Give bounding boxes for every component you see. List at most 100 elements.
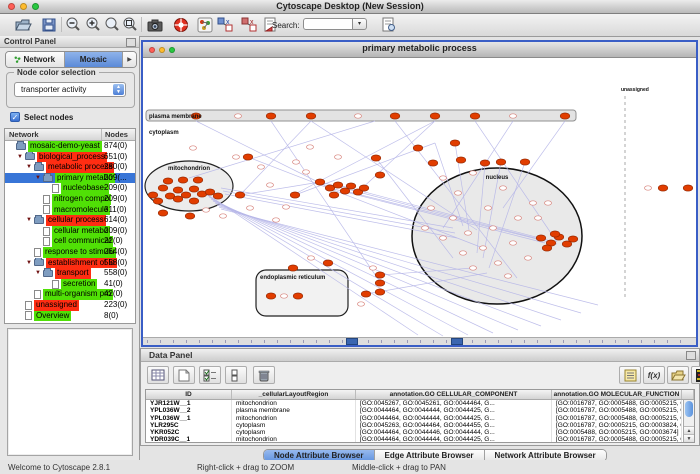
attribute-table-icon[interactable] [147, 366, 169, 384]
file-icon [25, 301, 32, 310]
tree-item[interactable]: ▼biological_process651(0) [5, 152, 135, 163]
zoom-selected-region-icon[interactable] [121, 16, 139, 34]
node-orange [658, 185, 668, 191]
minimap-mark [680, 340, 681, 343]
tree-item[interactable]: multi-organism pro42(0) [5, 289, 135, 300]
table-row[interactable]: YPL036W__2plasma membrane[GO:0044464, GO… [146, 407, 694, 414]
table-row[interactable]: YKR052Ccytoplasm[GO:0044464, GO:0044446,… [146, 429, 694, 436]
column-header[interactable]: ID [146, 390, 232, 399]
canvas-minimap-strip[interactable] [143, 337, 696, 345]
node-orange [375, 272, 385, 278]
node-small [470, 266, 477, 270]
expand-arrow-icon[interactable]: ▼ [17, 152, 25, 163]
column-divider[interactable] [101, 129, 102, 140]
scroll-down-icon[interactable]: ▼ [684, 434, 694, 442]
open-file-icon[interactable] [14, 16, 32, 34]
tree-item[interactable]: macromolecule311(0) [5, 205, 135, 216]
import-attributes-icon[interactable] [667, 366, 689, 384]
float-panel-icon[interactable] [686, 351, 696, 360]
network-tab-icon [14, 56, 21, 63]
tree-header-nodes: Nodes [105, 130, 128, 139]
tree-item[interactable]: mosaic-demo-yeast874(0) [5, 141, 135, 152]
column-header[interactable]: _cellularLayoutRegion [232, 390, 356, 399]
help-lifering-icon[interactable] [172, 16, 190, 34]
table-row[interactable]: YJR121W__1mitochondrion[GO:0045267, GO:0… [146, 400, 694, 407]
tree-item[interactable]: unassigned223(0) [5, 300, 135, 311]
scroll-up-icon[interactable]: ▲ [684, 426, 694, 434]
select-attributes-icon[interactable] [199, 366, 221, 384]
minimap-viewport-square[interactable] [451, 338, 463, 345]
delete-attribute-icon[interactable] [253, 366, 275, 384]
tree-header: Network Nodes [5, 129, 135, 141]
tree-item-count: 264(0) [104, 247, 127, 258]
node-small [545, 201, 552, 205]
birdseye-view-icon[interactable] [196, 16, 214, 34]
scrollbar-thumb[interactable] [685, 401, 693, 417]
table-row[interactable]: YDR039C__1mitochondrion[GO:0044464, GO:0… [146, 436, 694, 443]
search-dropdown-icon[interactable]: ▾ [353, 18, 367, 30]
table-scrollbar[interactable]: ▲ ▼ [683, 400, 694, 442]
tree-item[interactable]: ▼metabolic process280(0) [5, 162, 135, 173]
table-row[interactable]: YLR295Ccytoplasm[GO:0045263, GO:0044464,… [146, 422, 694, 429]
heatmap-matrix-icon[interactable] [691, 366, 700, 384]
expand-arrow-icon[interactable]: ▼ [35, 173, 43, 184]
new-attribute-icon[interactable] [173, 366, 195, 384]
tab-mosaic[interactable]: Mosaic [65, 52, 124, 67]
zoom-fit-icon[interactable] [103, 16, 121, 34]
zoom-in-icon[interactable] [84, 16, 102, 34]
tree-item[interactable]: ▼cellular process614(0) [5, 215, 135, 226]
minimap-mark [550, 340, 551, 343]
expand-arrow-icon[interactable]: ▼ [35, 268, 43, 279]
network-canvas[interactable]: plasma membranecytoplasmmitochondrionnuc… [143, 58, 696, 337]
node-orange [193, 177, 203, 183]
table-cell: YJR121W__1 [146, 400, 232, 407]
hide-selected-nodes-icon[interactable]: x [216, 16, 234, 34]
column-header[interactable]: annotation.GO CELLULAR_COMPONENT [356, 390, 552, 399]
node-color-combobox[interactable]: transporter activity ▲▼ [14, 82, 126, 97]
file-icon [34, 290, 41, 299]
node-orange [243, 154, 253, 160]
tree-item[interactable]: ▼primary metabo209(... [5, 173, 135, 184]
zoom-out-icon[interactable] [64, 16, 82, 34]
tree-item[interactable]: nitrogen compo209(0) [5, 194, 135, 205]
tree-item[interactable]: cell communicat22(0) [5, 236, 135, 247]
window-titlebar: Cytoscape Desktop (New Session) [0, 0, 700, 14]
tree-item[interactable]: nucleobase-209(0) [5, 183, 135, 194]
search-config-icon[interactable] [380, 16, 398, 34]
select-nodes-label: Select nodes [24, 113, 73, 122]
network-graph[interactable]: plasma membranecytoplasmmitochondrionnuc… [143, 58, 696, 337]
tree-item[interactable]: cellular metabo209(0) [5, 226, 135, 237]
save-session-icon[interactable] [40, 16, 58, 34]
network-view-titlebar[interactable]: primary metabolic process [143, 42, 696, 58]
birdseye-view-panel[interactable] [7, 328, 133, 456]
attribute-table-rows: YJR121W__1mitochondrion[GO:0045267, GO:0… [146, 400, 694, 443]
tree-item[interactable]: secretion41(0) [5, 279, 135, 290]
tab-network[interactable]: Network [6, 52, 65, 67]
expand-arrow-icon[interactable]: ▼ [26, 162, 34, 173]
minimap-viewport-square[interactable] [346, 338, 358, 345]
formula-builder-button[interactable]: f(x) [643, 366, 665, 384]
hide-selected-edges-icon[interactable]: x [240, 16, 258, 34]
expand-arrow-icon[interactable]: ▼ [26, 215, 34, 226]
tree-item[interactable]: response to stimulu264(0) [5, 247, 135, 258]
search-input[interactable] [303, 18, 353, 30]
table-row[interactable]: YPL036W__1mitochondrion[GO:0044464, GO:0… [146, 415, 694, 422]
snapshot-camera-icon[interactable] [146, 16, 164, 34]
tab-overflow-arrow-icon[interactable]: ▶ [123, 52, 136, 67]
float-panel-icon[interactable] [126, 38, 136, 47]
expand-arrow-icon[interactable]: ▼ [26, 258, 34, 269]
tree-item[interactable]: ▼establishment of lo558(0) [5, 258, 135, 269]
select-nodes-checkbox[interactable]: ✓ [10, 112, 20, 122]
attribute-list-icon[interactable] [619, 366, 641, 384]
tree-item[interactable]: Overview8(0) [5, 311, 135, 322]
attribute-table-header: ID_cellularLayoutRegionannotation.GO CEL… [146, 390, 694, 400]
minimap-mark [563, 340, 564, 343]
unselect-attributes-icon[interactable] [225, 366, 247, 384]
minimap-mark [147, 340, 148, 343]
minimap-mark [446, 340, 447, 343]
column-header[interactable]: annotation.GO MOLECULAR_FUNCTION [552, 390, 682, 399]
minimap-mark [225, 340, 226, 343]
tree-item[interactable]: ▼transport558(0) [5, 268, 135, 279]
table-cell: [GO:0045267, GO:0045261, GO:0044464, G..… [356, 400, 552, 407]
node-small [490, 226, 497, 230]
